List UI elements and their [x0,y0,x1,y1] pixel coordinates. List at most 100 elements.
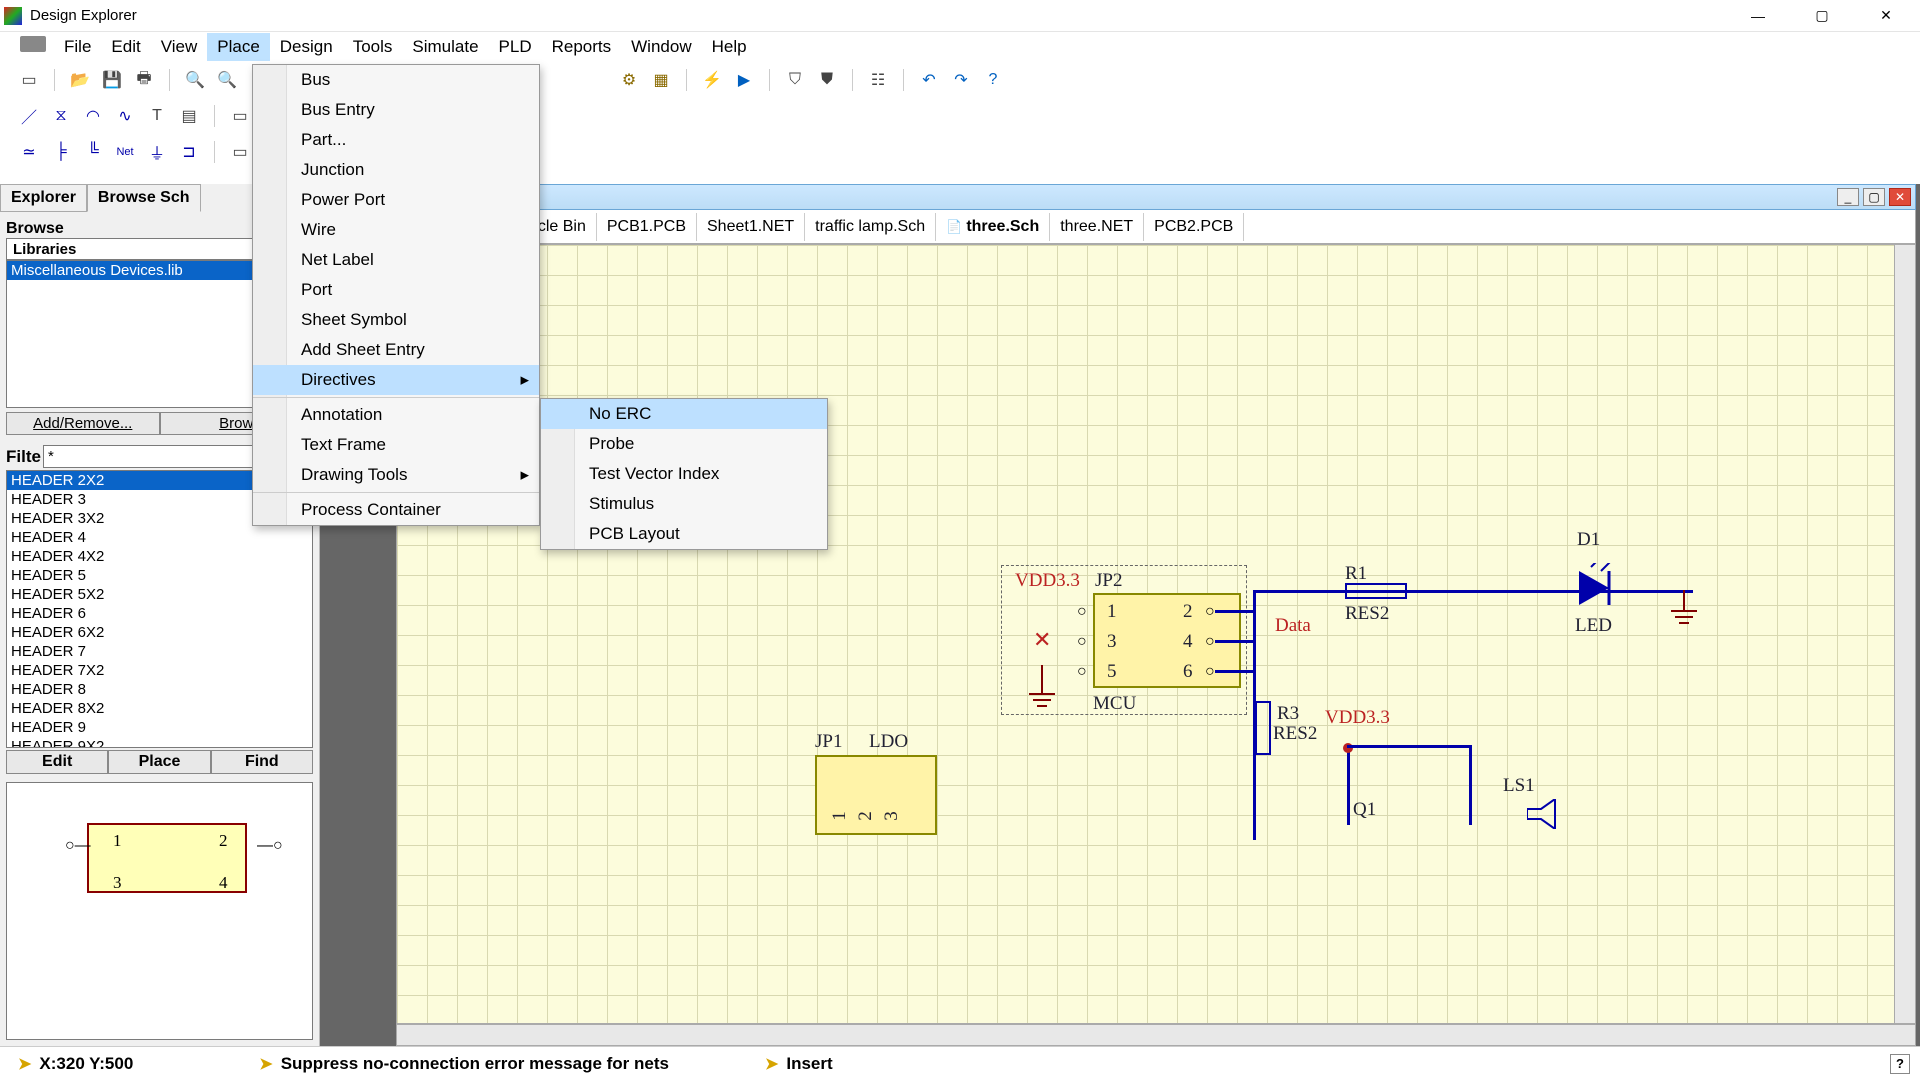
component-r3[interactable] [1255,701,1271,755]
selection-box [1001,565,1247,715]
add-remove-button[interactable]: Add/Remove... [6,412,160,435]
doc-tab-pcb2-pcb[interactable]: PCB2.PCB [1144,213,1244,241]
menu-item-net-label[interactable]: Net Label [253,245,539,275]
menu-item-pcb-layout[interactable]: PCB Layout [541,519,827,549]
busentry-icon[interactable]: ╚ [82,141,104,163]
menu-place[interactable]: Place [207,33,270,61]
doc-minimize-button[interactable]: _ [1837,188,1859,206]
menu-item-port[interactable]: Port [253,275,539,305]
part-item[interactable]: HEADER 7 [7,642,312,661]
menu-view[interactable]: View [151,33,208,61]
menu-design[interactable]: Design [270,33,343,61]
library-icon[interactable]: ▦ [650,69,672,91]
menu-item-wire[interactable]: Wire [253,215,539,245]
label-res2b: RES2 [1273,723,1317,745]
zoom-in-icon[interactable]: 🔍 [184,69,206,91]
part-item[interactable]: HEADER 6X2 [7,623,312,642]
menu-item-sheet-symbol[interactable]: Sheet Symbol [253,305,539,335]
shield1-icon[interactable]: ⛉ [784,69,806,91]
tab-explorer[interactable]: Explorer [0,184,87,212]
part-item[interactable]: HEADER 8X2 [7,699,312,718]
netlabel-icon[interactable]: Net [114,141,136,163]
menu-item-stimulus[interactable]: Stimulus [541,489,827,519]
menu-item-drawing-tools[interactable]: Drawing Tools [253,460,539,490]
tab-browse-sch[interactable]: Browse Sch [87,184,201,212]
menu-item-add-sheet-entry[interactable]: Add Sheet Entry [253,335,539,365]
menu-item-text-frame[interactable]: Text Frame [253,430,539,460]
menu-item-process-container[interactable]: Process Container [253,495,539,525]
part-item[interactable]: HEADER 7X2 [7,661,312,680]
find-button[interactable]: Find [211,750,313,774]
hierarchy-icon[interactable]: ☷ [867,69,889,91]
shield2-icon[interactable]: ⛊ [816,69,838,91]
doc-tab-pcb1-pcb[interactable]: PCB1.PCB [597,213,697,241]
place-button[interactable]: Place [108,750,210,774]
arc-icon[interactable]: ◠ [82,105,104,127]
bolt-icon[interactable]: ⚡ [701,69,723,91]
polygon-icon[interactable]: ⧖ [50,105,72,127]
menu-item-part-[interactable]: Part... [253,125,539,155]
frame-icon[interactable]: ▤ [178,105,200,127]
port-icon[interactable]: ⊐ [178,141,200,163]
part-item[interactable]: HEADER 6 [7,604,312,623]
menu-item-no-erc[interactable]: No ERC [541,399,827,429]
rect-icon[interactable]: ▭ [229,105,251,127]
part-item[interactable]: HEADER 4X2 [7,547,312,566]
component-icon[interactable]: ⚙ [618,69,640,91]
curve-icon[interactable]: ∿ [114,105,136,127]
menu-item-test-vector-index[interactable]: Test Vector Index [541,459,827,489]
menu-reports[interactable]: Reports [542,33,622,61]
component-r1[interactable] [1345,583,1407,599]
menu-help[interactable]: Help [702,33,757,61]
menu-simulate[interactable]: Simulate [402,33,488,61]
text-icon[interactable]: T [146,105,168,127]
menu-pld[interactable]: PLD [489,33,542,61]
menu-item-bus-entry[interactable]: Bus Entry [253,95,539,125]
help-icon[interactable]: ? [982,69,1004,91]
bus-icon[interactable]: ╞ [50,141,72,163]
line-icon[interactable]: ／ [18,105,40,127]
sheet-icon[interactable]: ▭ [229,141,251,163]
menu-item-directives[interactable]: Directives [253,365,539,395]
menu-edit[interactable]: Edit [101,33,150,61]
menu-item-junction[interactable]: Junction [253,155,539,185]
menu-item-bus[interactable]: Bus [253,65,539,95]
maximize-button[interactable]: ▢ [1804,4,1840,28]
doc-maximize-button[interactable]: ▢ [1863,188,1885,206]
save-icon[interactable]: 💾 [101,69,123,91]
doc-tab-sheet1-net[interactable]: Sheet1.NET [697,213,805,241]
print-icon[interactable]: 🖶 [133,69,155,91]
help-button[interactable]: ? [1890,1054,1910,1074]
vertical-scrollbar[interactable] [1894,244,1916,1024]
menu-tools[interactable]: Tools [343,33,403,61]
doc-tab-three-sch[interactable]: three.Sch [936,213,1050,241]
part-item[interactable]: HEADER 4 [7,528,312,547]
menu-file[interactable]: File [54,33,101,61]
close-button[interactable]: ✕ [1868,4,1904,28]
menu-window[interactable]: Window [621,33,701,61]
part-item[interactable]: HEADER 9X2 [7,737,312,748]
menu-item-annotation[interactable]: Annotation [253,400,539,430]
part-item[interactable]: HEADER 5X2 [7,585,312,604]
menu-item-probe[interactable]: Probe [541,429,827,459]
undo-icon[interactable]: ↶ [918,69,940,91]
doc-tab-traffic-lamp-sch[interactable]: traffic lamp.Sch [805,213,936,241]
select-icon[interactable]: ▭ [18,69,40,91]
schematic-canvas[interactable]: VDD3.3 JP2 1 2 3 4 5 6 ○ ○ ○ ○ ○ ○ ✕ MCU [396,244,1916,1024]
horizontal-scrollbar[interactable] [396,1024,1916,1046]
wire-icon[interactable]: ≃ [18,141,40,163]
part-item[interactable]: HEADER 9 [7,718,312,737]
doc-close-button[interactable]: ✕ [1889,188,1911,206]
run-icon[interactable]: ▶ [733,69,755,91]
minimize-button[interactable]: — [1740,4,1776,28]
open-icon[interactable]: 📂 [69,69,91,91]
part-item[interactable]: HEADER 8 [7,680,312,699]
zoom-out-icon[interactable]: 🔍 [216,69,238,91]
ground-icon[interactable]: ⏚ [146,141,168,163]
edit-button[interactable]: Edit [6,750,108,774]
component-jp1[interactable] [815,755,937,835]
redo-icon[interactable]: ↷ [950,69,972,91]
part-item[interactable]: HEADER 5 [7,566,312,585]
menu-item-power-port[interactable]: Power Port [253,185,539,215]
doc-tab-three-net[interactable]: three.NET [1050,213,1144,241]
